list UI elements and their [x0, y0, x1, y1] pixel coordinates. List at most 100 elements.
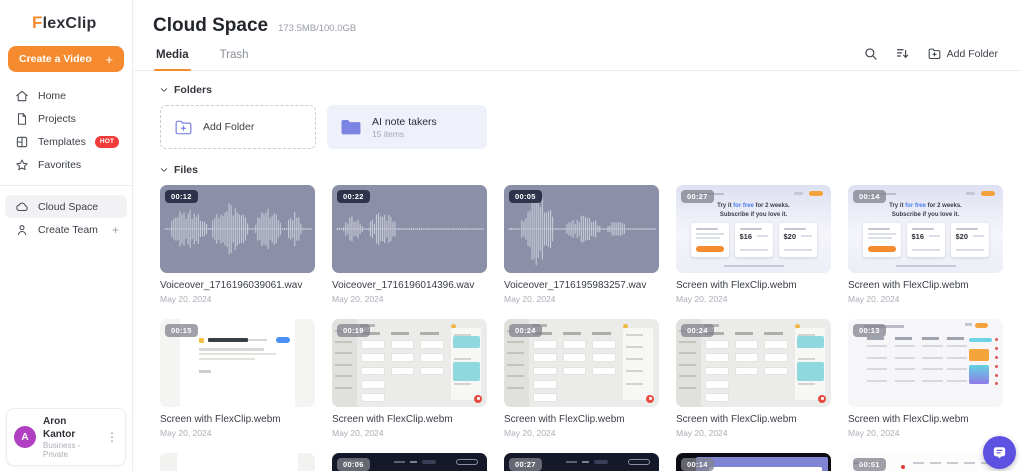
- add-folder-card[interactable]: Add Folder: [160, 105, 316, 149]
- sidebar-item-label: Home: [38, 90, 66, 102]
- file-duration-badge: 00:12: [165, 190, 198, 203]
- file-duration-badge: 00:24: [509, 324, 542, 337]
- file-duration-badge: 00:19: [337, 324, 370, 337]
- file-name: Voiceover_1716196014396.wav: [332, 280, 487, 291]
- file-card[interactable]: 00:13 Screen with FlexClip.webm May 20, …: [848, 319, 1003, 438]
- folder-icon: [340, 118, 362, 136]
- file-thumbnail: 00:22: [332, 185, 487, 273]
- tab-media[interactable]: Media: [154, 41, 191, 70]
- tab-trash[interactable]: Trash: [218, 41, 251, 70]
- chevron-down-icon: [160, 166, 168, 174]
- file-duration-badge: 00:06: [337, 458, 370, 471]
- sidebar-item-cloud-space[interactable]: Cloud Space: [5, 195, 127, 218]
- search-icon[interactable]: [863, 46, 878, 61]
- files-section-toggle[interactable]: Files: [160, 164, 1003, 176]
- sidebar-item-label: Create Team: [38, 224, 98, 236]
- file-thumbnail: 00:24: [504, 319, 659, 407]
- sidebar-item-projects[interactable]: Projects: [5, 107, 127, 130]
- folder-item-count: 15 items: [372, 129, 437, 139]
- add-team-icon[interactable]: +: [112, 223, 119, 237]
- tabs: Media Trash: [154, 41, 251, 70]
- file-date: May 20, 2024: [332, 294, 487, 304]
- file-duration-badge: 00:27: [681, 190, 714, 203]
- sidebar-item-favorites[interactable]: Favorites: [5, 153, 127, 176]
- tab-bar: Media Trash Add Folder: [133, 41, 1022, 71]
- logo-rest: lexClip: [43, 15, 97, 32]
- file-duration-badge: 00:05: [509, 190, 542, 203]
- sort-icon[interactable]: [895, 46, 910, 61]
- templates-icon: [15, 135, 29, 149]
- file-date: May 20, 2024: [848, 428, 1003, 438]
- file-card[interactable]: 00:15 Screen with FlexClip.webm May 20, …: [160, 319, 315, 438]
- file-thumbnail: 00:14 August 2023: [676, 453, 831, 471]
- file-card[interactable]: 00:05 Voiceover_1716195983257.wav May 20…: [504, 185, 659, 304]
- sidebar-item-create-team[interactable]: Create Team +: [5, 218, 127, 241]
- file-name: Screen with FlexClip.webm: [848, 280, 1003, 291]
- sidebar-divider: [0, 185, 132, 186]
- chat-launcher-button[interactable]: [983, 436, 1016, 469]
- cloud-icon: [15, 200, 29, 214]
- person-icon: [15, 223, 29, 237]
- file-card[interactable]: 00:22 Voiceover_1716196014396.wav May 20…: [332, 185, 487, 304]
- file-name: Screen with FlexClip.webm: [332, 414, 487, 425]
- file-card[interactable]: 00:06 BasicProEnterprise: [332, 453, 487, 471]
- page-header: Cloud Space 173.5MB/100.0GB: [133, 0, 1022, 37]
- file-date: May 20, 2024: [160, 428, 315, 438]
- file-thumbnail: 00:05: [504, 185, 659, 273]
- folder-card-ai-note-takers[interactable]: AI note takers 15 items: [327, 105, 487, 149]
- file-card[interactable]: 00:14 Try it for free for 2 weeks.Subscr…: [848, 185, 1003, 304]
- file-card[interactable]: 00:12 Voiceover_1716196039061.wav May 20…: [160, 185, 315, 304]
- file-name: Screen with FlexClip.webm: [676, 280, 831, 291]
- star-icon: [15, 158, 29, 172]
- file-thumbnail: 00:15: [160, 319, 315, 407]
- file-thumbnail: 00:27 BasicProEnterprise: [504, 453, 659, 471]
- file-card[interactable]: 00:24 Screen with FlexClip.webm May 20, …: [676, 319, 831, 438]
- folders-section-toggle[interactable]: Folders: [160, 84, 1003, 96]
- file-thumbnail: 00:14 Try it for free for 2 weeks.Subscr…: [848, 185, 1003, 273]
- file-card[interactable]: 00:27 Try it for free for 2 weeks.Subscr…: [676, 185, 831, 304]
- file-duration-badge: 00:14: [681, 458, 714, 471]
- file-date: May 20, 2024: [332, 428, 487, 438]
- add-folder-card-label: Add Folder: [203, 121, 254, 133]
- sidebar-item-label: Templates: [38, 136, 86, 148]
- file-name: Screen with FlexClip.webm: [676, 414, 831, 425]
- main-content: Cloud Space 173.5MB/100.0GB Media Trash …: [133, 0, 1022, 471]
- sidebar-item-templates[interactable]: Templates HOT: [5, 130, 127, 153]
- file-thumbnail: [160, 453, 315, 471]
- file-duration-badge: 00:14: [853, 190, 886, 203]
- file-thumbnail: 00:24: [676, 319, 831, 407]
- create-video-button[interactable]: Create a Video +: [8, 46, 124, 72]
- sidebar-item-home[interactable]: Home: [5, 84, 127, 107]
- file-card[interactable]: [160, 453, 315, 471]
- create-video-label: Create a Video: [19, 53, 92, 65]
- file-name: Screen with FlexClip.webm: [848, 414, 1003, 425]
- page-title: Cloud Space: [153, 15, 268, 37]
- file-card[interactable]: 00:14 August 2023: [676, 453, 831, 471]
- home-icon: [15, 89, 29, 103]
- file-duration-badge: 00:13: [853, 324, 886, 337]
- add-folder-button[interactable]: Add Folder: [927, 46, 998, 61]
- files-section-label: Files: [174, 164, 198, 176]
- user-plan: Business - Private: [43, 441, 99, 459]
- folder-plus-icon: [174, 119, 193, 136]
- file-card[interactable]: 00:27 BasicProEnterprise: [504, 453, 659, 471]
- file-duration-badge: 00:27: [509, 458, 542, 471]
- flexclip-logo[interactable]: FlexClip: [0, 0, 132, 44]
- file-date: May 20, 2024: [160, 294, 315, 304]
- sidebar-nav: Home Projects Templates HOT Favorites: [0, 84, 132, 176]
- toolbar-actions: Add Folder: [863, 46, 998, 70]
- file-card[interactable]: 00:51: [848, 453, 1003, 471]
- user-profile-card[interactable]: A Aron Kantor Business - Private ⋮: [6, 408, 126, 466]
- document-icon: [15, 112, 29, 126]
- file-thumbnail: 00:27 Try it for free for 2 weeks.Subscr…: [676, 185, 831, 273]
- file-date: May 20, 2024: [676, 294, 831, 304]
- file-name: Voiceover_1716196039061.wav: [160, 280, 315, 291]
- file-card[interactable]: 00:24 Screen with FlexClip.webm May 20, …: [504, 319, 659, 438]
- add-folder-label: Add Folder: [947, 48, 998, 60]
- file-card[interactable]: 00:19 Screen with FlexClip.webm May 20, …: [332, 319, 487, 438]
- file-date: May 20, 2024: [676, 428, 831, 438]
- user-menu-icon[interactable]: ⋮: [106, 430, 118, 444]
- flexclip-app: FlexClip Create a Video + Home Projects …: [0, 0, 1022, 471]
- add-folder-icon: [927, 46, 942, 61]
- sidebar-item-label: Projects: [38, 113, 76, 125]
